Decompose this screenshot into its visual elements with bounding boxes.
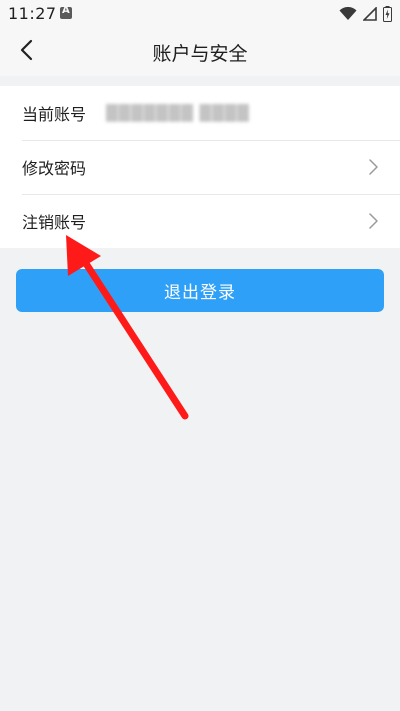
change-password-row[interactable]: 修改密码 [0,140,400,194]
chevron-right-icon [369,159,378,179]
signal-icon [363,7,377,21]
settings-list: 当前账号 ███████ ████ 修改密码 注销账号 [0,86,400,248]
notification-icon [60,5,72,19]
wifi-icon [339,7,357,21]
delete-account-label: 注销账号 [22,213,87,232]
delete-account-row[interactable]: 注销账号 [0,194,400,248]
battery-charging-icon [383,6,392,22]
logout-button[interactable]: 退出登录 [16,269,384,312]
status-icons [339,5,392,23]
header: 账户与安全 [0,28,400,76]
status-bar: 11:27 [0,0,400,28]
page-title: 账户与安全 [152,43,248,65]
current-account-row: 当前账号 ███████ ████ [0,86,400,140]
current-account-label: 当前账号 [22,105,87,124]
change-password-label: 修改密码 [22,159,87,178]
current-account-value: ███████ ████ [106,104,250,122]
chevron-right-icon [369,213,378,233]
status-time: 11:27 [8,4,57,23]
